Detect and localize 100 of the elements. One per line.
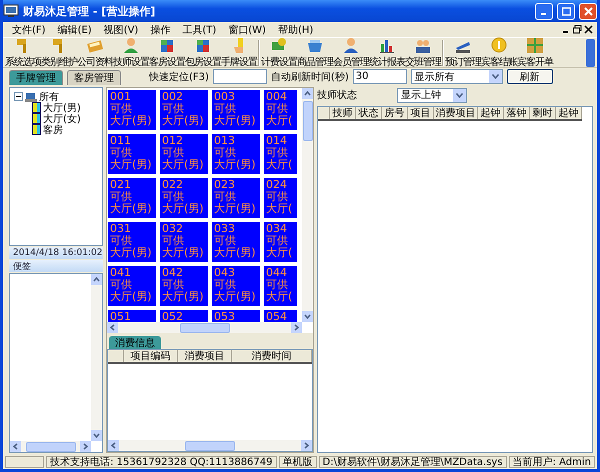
column-header[interactable]: 状态 <box>356 107 382 119</box>
room-tile[interactable]: 043 可供 大厅(男) <box>212 266 260 306</box>
room-tile[interactable]: 001 可供 大厅(男) <box>108 90 156 130</box>
room-tile[interactable]: 013 可供 大厅(男) <box>212 134 260 174</box>
room-tile[interactable]: 031 可供 大厅(男) <box>108 222 156 262</box>
vertical-scrollbar[interactable] <box>91 274 102 441</box>
tab[interactable]: 客房管理 <box>67 70 121 85</box>
toolbar-button[interactable]: 技师设置 <box>113 36 149 69</box>
toolbar-button[interactable]: 商品管理 <box>297 36 333 69</box>
toolbar-button[interactable]: 客房设置 <box>149 36 185 69</box>
tree-item[interactable]: 大厅(女) <box>43 112 81 126</box>
toolbar-button[interactable]: 宾客开单 <box>517 36 553 69</box>
menu-item[interactable]: 视图(V) <box>98 22 144 36</box>
menu-item[interactable]: 操作 <box>145 22 176 36</box>
menu-item[interactable]: 工具(T) <box>177 22 222 36</box>
toolbar-button[interactable]: 交班管理 <box>405 36 441 69</box>
tree-item[interactable]: 客房 <box>43 122 63 136</box>
scroll-right-icon[interactable] <box>80 441 91 452</box>
toolbar-button[interactable]: 统计报表 <box>369 36 405 69</box>
toolbar-button[interactable]: 系统选项 <box>5 36 41 69</box>
toolbar-button[interactable]: 公司资料 <box>77 36 113 69</box>
room-tile[interactable]: 003 可供 大厅(男) <box>212 90 260 130</box>
restore-icon[interactable] <box>573 25 582 34</box>
horizontal-scrollbar[interactable] <box>10 441 91 452</box>
column-header[interactable]: 落钟 <box>504 107 530 119</box>
menu-item[interactable]: 编辑(E) <box>52 22 97 36</box>
room-tile[interactable]: 033 可供 大厅(男) <box>212 222 260 262</box>
scroll-left-icon[interactable] <box>108 440 119 451</box>
column-header[interactable]: 起钟 <box>478 107 504 119</box>
close-button[interactable] <box>579 2 597 20</box>
column-header[interactable]: 消费时间 <box>232 350 312 362</box>
toolbar-button[interactable]: 类别维护 <box>41 36 77 69</box>
tree-item[interactable]: 大厅(男) <box>43 100 81 114</box>
display-filter-select[interactable]: 显示所有 <box>410 69 503 84</box>
quick-locate-field[interactable] <box>212 69 267 84</box>
tree-item[interactable]: 所有 <box>39 90 59 104</box>
room-tile[interactable]: 051 <box>108 310 156 322</box>
room-tile[interactable]: 032 可供 大厅(男) <box>160 222 208 262</box>
scrollbar-thumb[interactable] <box>180 322 230 332</box>
close-icon[interactable] <box>584 25 593 34</box>
dropdown-caret-icon <box>453 88 466 102</box>
column-header[interactable]: 起钟 <box>556 107 582 119</box>
scroll-left-icon[interactable] <box>10 441 21 452</box>
scroll-left-icon[interactable] <box>107 322 118 333</box>
toolbar-overflow-button[interactable] <box>586 38 595 66</box>
refresh-button[interactable]: 刷新 <box>506 69 553 84</box>
column-header[interactable]: 项目编码 <box>124 350 178 362</box>
room-tile[interactable]: 024 可供 大厅( <box>264 178 297 218</box>
column-header[interactable]: 消费项目 <box>178 350 232 362</box>
room-tile[interactable]: 041 可供 大厅(男) <box>108 266 156 306</box>
room-number: 033 <box>214 223 236 235</box>
scrollbar-thumb[interactable] <box>185 440 235 450</box>
room-status: 可供 <box>110 235 133 247</box>
menu-item[interactable]: 窗口(W) <box>223 22 271 36</box>
room-tile[interactable]: 054 <box>264 310 297 322</box>
room-tile[interactable]: 034 可供 大厅( <box>264 222 297 262</box>
column-header[interactable]: 房号 <box>382 107 408 119</box>
tab[interactable]: 消费信息 <box>109 336 161 349</box>
room-tile[interactable]: 023 可供 大厅(男) <box>212 178 260 218</box>
menu-item[interactable]: 帮助(H) <box>272 22 318 36</box>
scroll-right-icon[interactable] <box>301 440 312 451</box>
room-tile[interactable]: 052 <box>160 310 208 322</box>
room-tile[interactable]: 021 可供 大厅(男) <box>108 178 156 218</box>
room-tile[interactable]: 022 可供 大厅(男) <box>160 178 208 218</box>
horizontal-scrollbar[interactable] <box>107 322 302 333</box>
room-tile[interactable]: 012 可供 大厅(男) <box>160 134 208 174</box>
room-tile[interactable]: 053 <box>212 310 260 322</box>
column-header[interactable]: 项目 <box>408 107 434 119</box>
scroll-right-icon[interactable] <box>291 322 302 333</box>
column-header[interactable]: 剩时 <box>530 107 556 119</box>
collapse-icon[interactable] <box>14 92 23 101</box>
scroll-up-icon[interactable] <box>302 88 313 99</box>
toolbar-button[interactable]: 会员管理 <box>333 36 369 69</box>
room-tile[interactable]: 011 可供 大厅(男) <box>108 134 156 174</box>
menu-item[interactable]: 文件(F) <box>7 22 51 36</box>
toolbar-button[interactable]: 手牌设置 <box>221 36 257 69</box>
refresh-interval-field[interactable]: 30 <box>352 69 407 84</box>
toolbar-button[interactable]: 计费设置 <box>261 36 297 69</box>
notes-field[interactable] <box>9 273 103 453</box>
scrollbar-thumb[interactable] <box>26 442 76 452</box>
toolbar-button[interactable]: 包房设置 <box>185 36 221 69</box>
room-tile[interactable]: 044 可供 大厅( <box>264 266 297 306</box>
vertical-scrollbar[interactable] <box>302 88 313 322</box>
room-tile[interactable]: 004 可供 大厅( <box>264 90 297 130</box>
room-tile[interactable]: 014 可供 大厅( <box>264 134 297 174</box>
minimize-button[interactable] <box>535 2 553 20</box>
toolbar-button[interactable]: 预订管理 <box>445 36 481 69</box>
scroll-down-icon[interactable] <box>302 311 313 322</box>
room-tile[interactable]: 002 可供 大厅(男) <box>160 90 208 130</box>
column-header[interactable]: 技师 <box>330 107 356 119</box>
tab[interactable]: 手牌管理 <box>9 70 63 85</box>
column-header[interactable]: 消费项目 <box>434 107 478 119</box>
toolbar-button[interactable]: 宾客结账 <box>481 36 517 69</box>
horizontal-scrollbar[interactable] <box>108 440 312 451</box>
maximize-button[interactable] <box>557 2 575 20</box>
technician-filter-select[interactable]: 显示上钟 <box>397 88 467 102</box>
scroll-down-icon[interactable] <box>91 430 102 441</box>
scrollbar-thumb[interactable] <box>302 101 312 141</box>
room-tile[interactable]: 042 可供 大厅(男) <box>160 266 208 306</box>
scroll-up-icon[interactable] <box>91 274 102 285</box>
